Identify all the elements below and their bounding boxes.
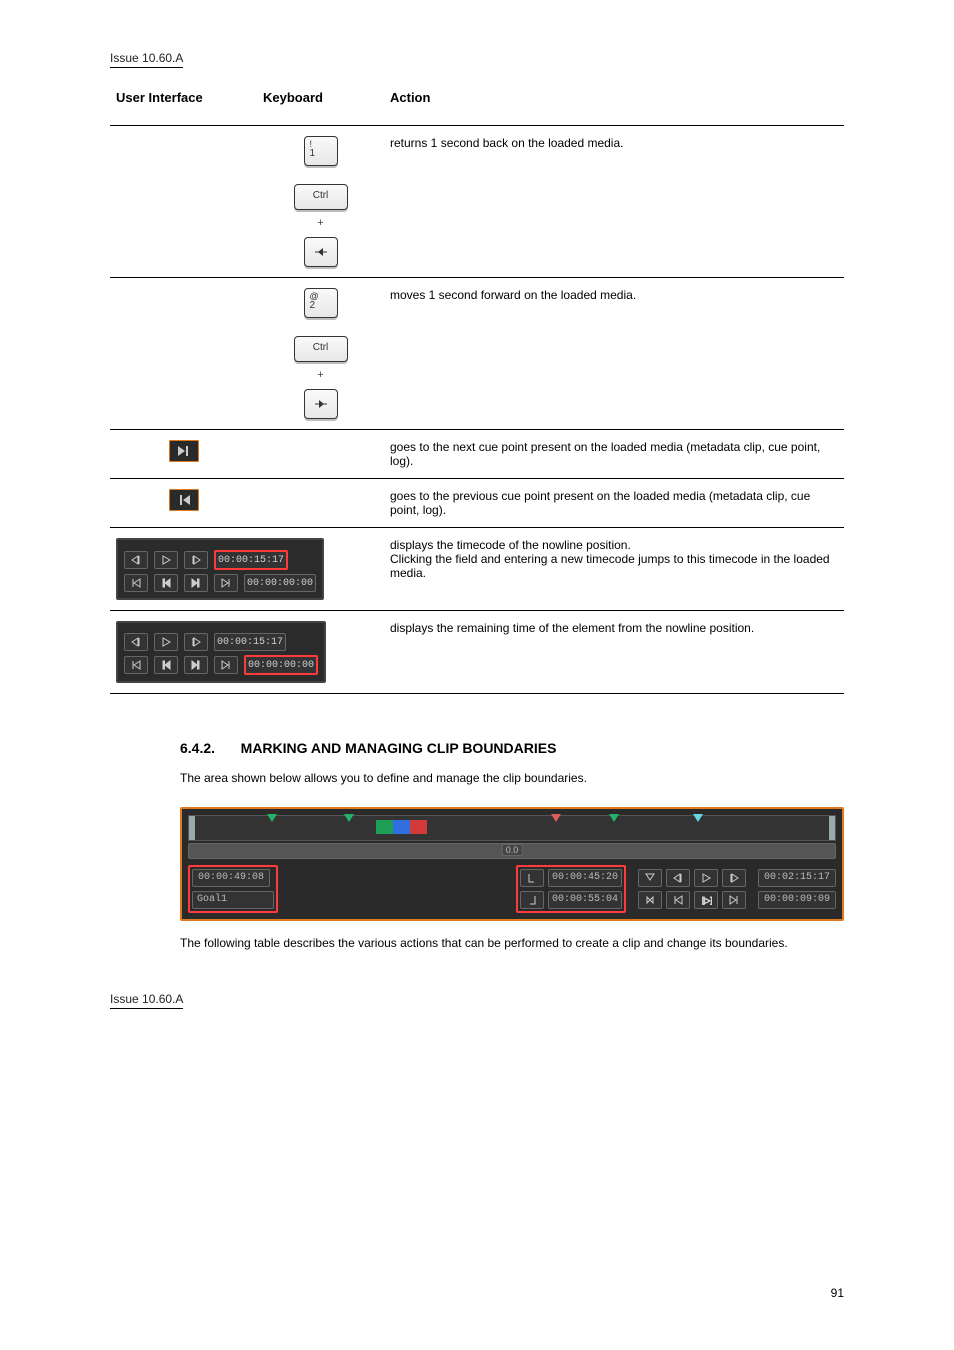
action-remaining-tc: displays the remaining time of the eleme…: [384, 611, 844, 694]
col-header-action: Action: [384, 82, 844, 126]
plus-icon: +: [317, 370, 323, 381]
action-prev-cue: goes to the previous cue point present o…: [384, 479, 844, 528]
key-ctrl: Ctrl: [294, 184, 348, 210]
col-header-ui: User Interface: [110, 82, 257, 126]
key-2: @ 2: [304, 288, 338, 318]
transport-mini-panel: 00:00:15:17 00:00:00:00: [116, 621, 326, 683]
mark-in-tc[interactable]: 00:00:45:20: [548, 869, 622, 887]
goto-end-icon[interactable]: [214, 656, 238, 674]
add-marker-button[interactable]: [638, 869, 662, 887]
jog-value: 0.0: [502, 844, 523, 856]
goto-start-icon[interactable]: [124, 656, 148, 674]
controls-table: User Interface Keyboard Action ! 1: [110, 82, 844, 694]
remaining-tc: 00:00:09:09: [758, 891, 836, 909]
section-number: 6.4.2.: [180, 740, 215, 756]
play-clip-icon[interactable]: [▷]: [694, 891, 718, 909]
goto-start-icon[interactable]: [124, 574, 148, 592]
issue-bottom: Issue 10.60.A: [110, 992, 183, 1009]
media-track[interactable]: [188, 815, 836, 841]
nowline-tc-field: 00:00:15:17: [214, 633, 286, 651]
clip-pos-tc[interactable]: 00:00:49:08: [192, 869, 270, 887]
mark-out-button[interactable]: [520, 891, 544, 909]
remaining-tc-field: 00:00:00:00: [244, 574, 316, 592]
step-back-icon[interactable]: [124, 633, 148, 651]
issue-top: Issue 10.60.A: [110, 51, 183, 68]
prev-cue-mini-icon[interactable]: [154, 574, 178, 592]
jog-bar[interactable]: 0.0: [188, 843, 836, 859]
action-nowline-tc: displays the timecode of the nowline pos…: [384, 528, 844, 611]
plus-icon: +: [317, 218, 323, 229]
action-back-1s: returns 1 second back on the loaded medi…: [384, 126, 844, 278]
goto-start-icon[interactable]: [666, 891, 690, 909]
key-arrow-right: [304, 389, 338, 419]
step-fwd-icon[interactable]: [722, 869, 746, 887]
prev-cue-mini-icon[interactable]: [154, 656, 178, 674]
play-icon[interactable]: [694, 869, 718, 887]
clip-name-field[interactable]: Goal1: [192, 891, 274, 909]
action-next-cue: goes to the next cue point present on th…: [384, 430, 844, 479]
next-cue-mini-icon[interactable]: [184, 574, 208, 592]
mark-out-tc[interactable]: 00:00:55:04: [548, 891, 622, 909]
key-ctrl: Ctrl: [294, 336, 348, 362]
marker-icon[interactable]: [609, 814, 619, 822]
svg-text:[▷]: [▷]: [702, 896, 712, 905]
marker-icon[interactable]: [693, 814, 703, 822]
remaining-tc-field[interactable]: 00:00:00:00: [244, 655, 318, 675]
prev-cue-button[interactable]: [169, 489, 199, 511]
next-cue-mini-icon[interactable]: [184, 656, 208, 674]
nowline-tc[interactable]: 00:02:15:17: [758, 869, 836, 887]
step-back-icon[interactable]: [666, 869, 690, 887]
action-fwd-1s: moves 1 second forward on the loaded med…: [384, 278, 844, 430]
key-1: ! 1: [304, 136, 338, 166]
next-cue-button[interactable]: [169, 440, 199, 462]
goto-end-icon[interactable]: [214, 574, 238, 592]
play-icon[interactable]: [154, 551, 178, 569]
col-header-keyboard: Keyboard: [257, 82, 384, 126]
key-arrow-left: [304, 237, 338, 267]
play-icon[interactable]: [154, 633, 178, 651]
step-back-icon[interactable]: [124, 551, 148, 569]
section-outro: The following table describes the variou…: [180, 935, 844, 952]
marker-icon[interactable]: [551, 814, 561, 822]
step-fwd-icon[interactable]: [184, 551, 208, 569]
transport-mini-panel: 00:00:15:17 00:00:00:00: [116, 538, 324, 600]
section-title: MARKING AND MANAGING CLIP BOUNDARIES: [241, 740, 557, 756]
mark-in-button[interactable]: [520, 869, 544, 887]
section-intro: The area shown below allows you to defin…: [180, 770, 844, 787]
step-fwd-icon[interactable]: [184, 633, 208, 651]
clip-boundary-panel: 0.0 00:00:49:08 Goal1 00:00:45:20 00:00:…: [180, 807, 844, 921]
page-number: 91: [831, 1286, 844, 1300]
marker-icon[interactable]: [267, 814, 277, 822]
goto-end-icon[interactable]: [722, 891, 746, 909]
marker-icon[interactable]: [344, 814, 354, 822]
loop-toggle-icon[interactable]: [638, 891, 662, 909]
nowline-tc-field[interactable]: 00:00:15:17: [214, 550, 288, 570]
